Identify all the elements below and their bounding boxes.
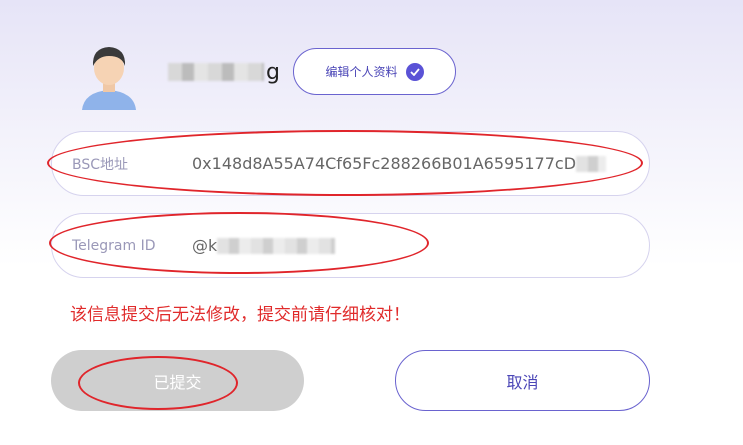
telegram-id-redacted [217, 237, 336, 254]
username: g [168, 59, 280, 85]
submitted-button: 已提交 [51, 350, 304, 411]
user-avatar-icon [82, 47, 136, 110]
submitted-button-label: 已提交 [153, 372, 202, 392]
bsc-address-label: BSC地址 [72, 156, 129, 173]
edit-profile-label: 编辑个人资料 [325, 65, 398, 79]
telegram-id-field[interactable]: Telegram ID @k [51, 213, 650, 278]
avatar [78, 40, 140, 110]
bsc-address-value: 0x148d8A55A74Cf65Fc288266B01A6595177cD [192, 154, 607, 173]
cancel-button[interactable]: 取消 [395, 350, 650, 411]
bsc-address-field[interactable]: BSC地址 0x148d8A55A74Cf65Fc288266B01A65951… [51, 131, 650, 196]
telegram-id-value: @k [192, 236, 336, 255]
username-visible-text: g [266, 59, 280, 85]
cancel-button-label: 取消 [506, 372, 539, 392]
warning-message: 该信息提交后无法修改，提交前请仔细核对！ [70, 305, 410, 325]
bsc-address-text: 0x148d8A55A74Cf65Fc288266B01A6595177cD [192, 154, 577, 173]
check-circle-icon [405, 62, 424, 81]
telegram-id-text: @k [192, 236, 218, 255]
bsc-address-redacted [576, 155, 607, 172]
telegram-id-label: Telegram ID [72, 237, 156, 254]
edit-profile-button[interactable]: 编辑个人资料 [293, 48, 456, 95]
username-redacted [168, 63, 264, 81]
